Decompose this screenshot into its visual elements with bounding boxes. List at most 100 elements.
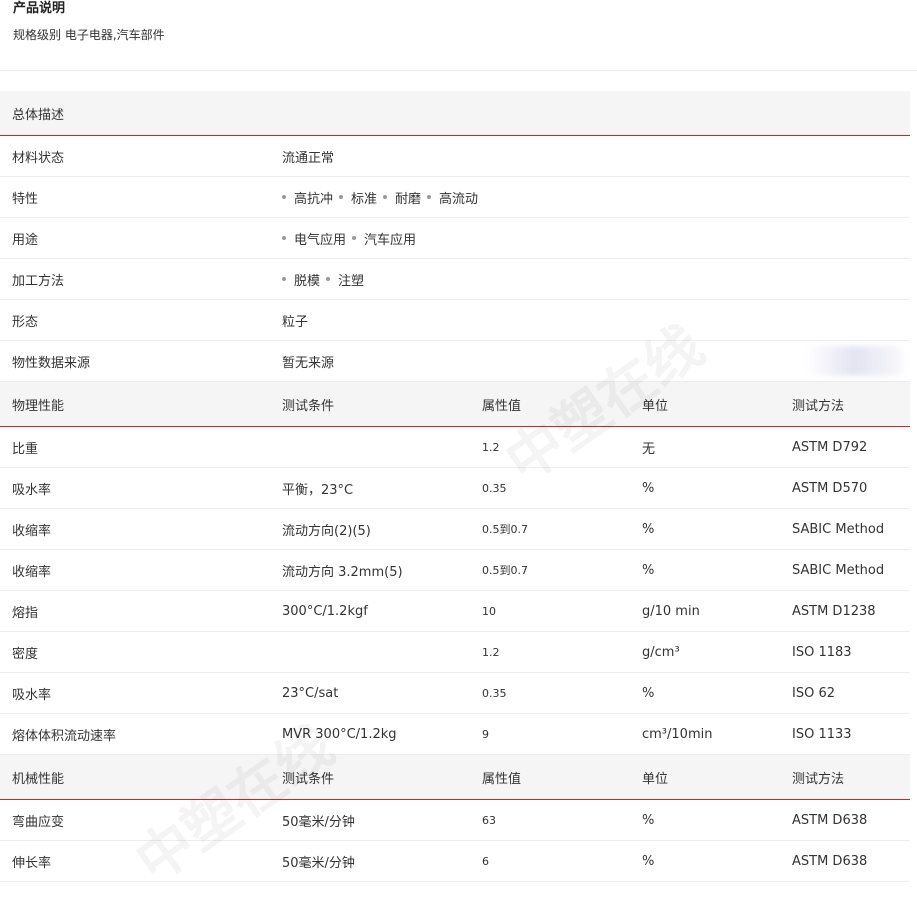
- column-header: 属性值: [482, 771, 522, 787]
- column-header: 机械性能: [12, 771, 65, 787]
- property-value: 1.2: [482, 440, 500, 454]
- column-header: 测试方法: [792, 771, 845, 787]
- column-header: 物理性能: [12, 398, 65, 414]
- row-value: 流通正常: [282, 150, 335, 166]
- table-row: 加工方法 脱模 注塑: [0, 259, 910, 300]
- row-label: 熔体体积流动速率: [12, 728, 117, 744]
- row-label: 比重: [12, 441, 39, 457]
- test-condition: 流动方向 3.2mm(5): [282, 564, 403, 580]
- test-method: ISO 62: [792, 685, 835, 701]
- list-item: 注塑: [322, 270, 364, 289]
- table-row: 弯曲应变 50毫米/分钟 63% ASTM D638: [0, 800, 910, 841]
- test-method: ASTM D792: [792, 439, 868, 455]
- unit: 无: [642, 441, 656, 457]
- list-item: 耐磨: [379, 188, 421, 207]
- table-row: 物性数据来源 暂无来源: [0, 341, 910, 382]
- test-method: ASTM D638: [792, 853, 868, 869]
- unit: g/cm³: [642, 644, 680, 660]
- row-label: 物性数据来源: [12, 355, 91, 371]
- test-condition: 50毫米/分钟: [282, 814, 355, 830]
- test-condition: 50毫米/分钟: [282, 855, 355, 871]
- usage-list: 电气应用 汽车应用: [282, 218, 418, 258]
- property-value: 63: [482, 813, 496, 827]
- column-header: 测试条件: [282, 771, 335, 787]
- table-row: 密度 1.2 g/cm³ ISO 1183: [0, 632, 910, 673]
- property-value: 10: [482, 604, 496, 618]
- table-row: 吸水率 23°C/sat 0.35% ISO 62: [0, 673, 910, 714]
- row-label: 收缩率: [12, 564, 52, 580]
- table-row: 比重 1.2 无 ASTM D792: [0, 427, 910, 468]
- section-header-mechanical: 机械性能 测试条件 属性值 单位 测试方法: [0, 755, 910, 800]
- bullet-icon: [282, 236, 286, 240]
- bullet-icon: [352, 236, 357, 240]
- table-row: 材料状态 流通正常: [0, 136, 910, 177]
- column-header: 单位: [642, 398, 669, 414]
- table-row: 熔指 300°C/1.2kgf 10 g/10 min ASTM D1238: [0, 591, 910, 632]
- unit: cm³/10min: [642, 726, 713, 742]
- column-header: 测试方法: [792, 398, 845, 414]
- list-item: 标准: [335, 188, 377, 207]
- test-method: ASTM D1238: [792, 603, 876, 619]
- test-method: ISO 1183: [792, 644, 852, 660]
- bullet-icon: [282, 277, 286, 281]
- list-item: 汽车应用: [348, 229, 416, 248]
- blurred-graphic: [806, 346, 902, 376]
- unit: g/10 min: [642, 603, 700, 619]
- row-label: 材料状态: [12, 150, 65, 166]
- property-value: 6: [482, 854, 489, 868]
- property-value: 0.5到0.7: [482, 523, 528, 536]
- bullet-icon: [282, 195, 286, 199]
- list-item: 高流动: [423, 188, 478, 207]
- table-row: 吸水率 平衡，23°C 0.35% ASTM D570: [0, 468, 910, 509]
- row-label: 吸水率: [12, 687, 52, 703]
- test-condition: 300°C/1.2kgf: [282, 603, 368, 619]
- row-label: 熔指: [12, 605, 39, 621]
- row-label: 吸水率: [12, 482, 52, 498]
- test-condition: 23°C/sat: [282, 685, 339, 701]
- row-value: 粒子: [282, 314, 309, 330]
- section-title: 总体描述: [12, 107, 65, 123]
- list-item: 电气应用: [282, 229, 346, 248]
- row-label: 特性: [12, 191, 39, 207]
- product-title: 产品说明: [13, 1, 66, 16]
- unit: %: [642, 685, 655, 701]
- table-row: 形态 粒子: [0, 300, 910, 341]
- test-method: ISO 1133: [792, 726, 852, 742]
- bullet-icon: [339, 195, 344, 199]
- property-sheet: 总体描述 材料状态 流通正常 特性 高抗冲 标准 耐磨 高流动 用途 电气应用 …: [0, 91, 910, 882]
- bullet-icon: [383, 195, 388, 199]
- test-method: ASTM D638: [792, 812, 868, 828]
- test-condition: 流动方向(2)(5): [282, 523, 371, 539]
- row-label: 伸长率: [12, 855, 52, 871]
- row-label: 加工方法: [12, 273, 65, 289]
- test-method: SABIC Method: [792, 562, 885, 578]
- table-row: 用途 电气应用 汽车应用: [0, 218, 910, 259]
- column-header: 属性值: [482, 398, 522, 414]
- section-header-physical: 物理性能 测试条件 属性值 单位 测试方法: [0, 382, 910, 427]
- unit: %: [642, 853, 655, 869]
- property-value: 0.35: [482, 481, 507, 495]
- row-value: 暂无来源: [282, 355, 335, 371]
- table-row: 伸长率 50毫米/分钟 6% ASTM D638: [0, 841, 910, 882]
- bullet-icon: [427, 195, 432, 199]
- processing-list: 脱模 注塑: [282, 259, 366, 299]
- row-label: 弯曲应变: [12, 814, 65, 830]
- row-label: 形态: [12, 314, 39, 330]
- section-header-general: 总体描述: [0, 91, 910, 136]
- table-row: 收缩率 流动方向 3.2mm(5) 0.5到0.7% SABIC Method: [0, 550, 910, 591]
- test-condition: MVR 300°C/1.2kg: [282, 726, 397, 742]
- divider: [0, 70, 917, 71]
- row-label: 用途: [12, 232, 39, 248]
- property-value: 0.5到0.7: [482, 564, 528, 577]
- test-method: SABIC Method: [792, 521, 885, 537]
- row-label: 密度: [12, 646, 39, 662]
- unit: %: [642, 562, 655, 578]
- table-row: 收缩率 流动方向(2)(5) 0.5到0.7% SABIC Method: [0, 509, 910, 550]
- column-header: 测试条件: [282, 398, 335, 414]
- property-value: 1.2: [482, 645, 500, 659]
- unit: %: [642, 480, 655, 496]
- test-method: ASTM D570: [792, 480, 868, 496]
- test-condition: 平衡，23°C: [282, 482, 354, 498]
- product-spec-line: 规格级别 电子电器,汽车部件: [13, 28, 165, 42]
- row-label: 收缩率: [12, 523, 52, 539]
